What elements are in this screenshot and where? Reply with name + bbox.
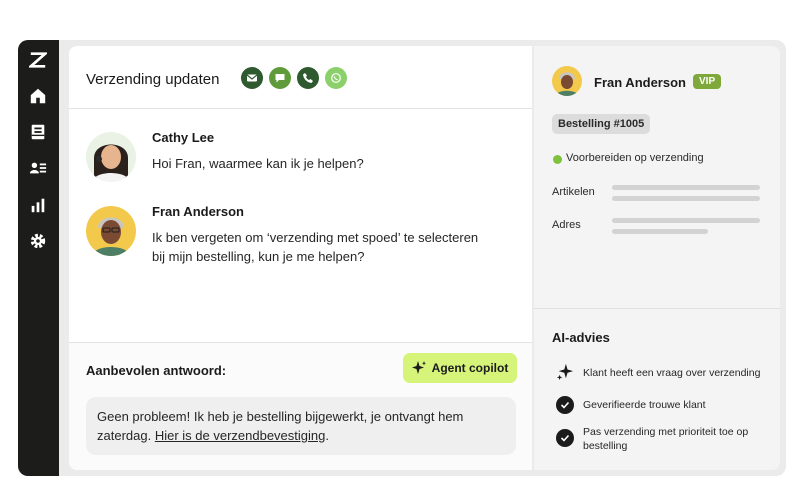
contacts-icon[interactable] (28, 158, 48, 178)
customer-details: Fran Anderson VIP Bestelling #1005 Voorb… (534, 46, 780, 309)
app-window: Verzending updaten Cathy Lee Hoi Fran, w… (18, 40, 786, 476)
ai-advice-text: Geverifieerde trouwe klant (583, 399, 706, 411)
settings-gear-icon[interactable] (28, 231, 48, 251)
conversation-title: Verzending updaten (86, 71, 220, 88)
nav-sidebar (18, 40, 59, 476)
whatsapp-icon[interactable] (325, 67, 347, 89)
inbox-icon[interactable] (28, 122, 48, 142)
reports-icon[interactable] (28, 195, 48, 215)
sender-name: Cathy Lee (152, 130, 215, 145)
placeholder-line (612, 196, 760, 201)
suggested-reply-section: Aanbevolen antwoord: Agent copilot Geen … (69, 342, 532, 470)
check-icon (556, 396, 574, 414)
sparkle-icon (556, 363, 574, 381)
suggested-reply-box[interactable]: Geen probleem! Ik heb je bestelling bijg… (86, 397, 516, 455)
placeholder-line (612, 229, 708, 234)
chat-icon[interactable] (269, 67, 291, 89)
field-label-address: Adres (552, 219, 581, 231)
copilot-label: Agent copilot (431, 361, 509, 375)
suggested-reply-label: Aanbevolen antwoord: (86, 363, 227, 378)
home-icon[interactable] (28, 86, 48, 106)
ai-advice-text: Klant heeft een vraag over verzending (583, 367, 761, 379)
agent-avatar (86, 132, 136, 182)
order-tag[interactable]: Bestelling #1005 (552, 114, 651, 134)
sender-name: Fran Anderson (152, 204, 244, 219)
conversation-header: Verzending updaten (69, 46, 532, 109)
conversation-panel: Verzending updaten Cathy Lee Hoi Fran, w… (69, 46, 532, 470)
phone-icon[interactable] (297, 67, 319, 89)
customer-name: Fran Anderson (594, 75, 686, 90)
ai-advice-title: AI-advies (552, 330, 610, 345)
ai-advice-text: Pas verzending met prioriteit toe op bes… (583, 426, 749, 452)
check-icon (556, 429, 574, 447)
message-text: Hoi Fran, waarmee kan ik je helpen? (152, 156, 364, 171)
customer-avatar (86, 206, 136, 256)
customer-avatar-small (552, 66, 582, 96)
placeholder-line (612, 218, 760, 223)
message-text: Ik ben vergeten om ‘verzending met spoed… (152, 230, 479, 264)
status-dot (553, 155, 562, 164)
field-label-items: Artikelen (552, 186, 595, 198)
shipping-confirmation-link[interactable]: Hier is de verzendbevestiging (155, 428, 326, 443)
reply-end: . (325, 428, 329, 443)
agent-copilot-button[interactable]: Agent copilot (403, 353, 517, 383)
placeholder-line (612, 185, 760, 190)
vip-badge: VIP (693, 74, 722, 89)
sparkle-icon (411, 361, 426, 374)
order-status: Voorbereiden op verzending (566, 152, 704, 164)
customer-panel: Fran Anderson VIP Bestelling #1005 Voorb… (534, 46, 780, 470)
zendesk-logo-icon[interactable] (28, 50, 48, 70)
email-icon[interactable] (241, 67, 263, 89)
